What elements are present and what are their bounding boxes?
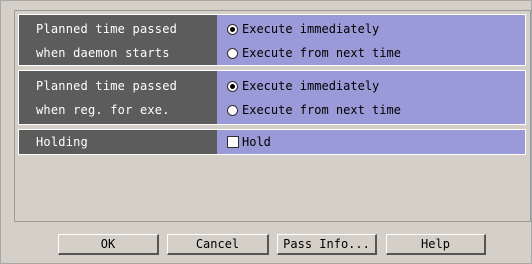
daemon-start-options: Execute immediately Execute from next ti…: [217, 15, 525, 65]
daemon-start-execute-immediately-radio[interactable]: Execute immediately: [227, 17, 525, 41]
reg-for-exe-row: Planned time passed when reg. for exe. E…: [18, 70, 526, 125]
checkbox-unchecked-icon: [227, 136, 239, 148]
hold-checkbox-label: Hold: [242, 135, 271, 149]
reg-for-exe-execute-next-time-radio[interactable]: Execute from next time: [227, 98, 525, 122]
holding-options: Hold: [217, 130, 525, 154]
radio-selected-icon: [227, 80, 238, 92]
help-button[interactable]: Help: [386, 234, 486, 255]
daemon-start-option-label: Execute immediately: [242, 22, 380, 36]
radio-unselected-icon: [227, 47, 238, 59]
daemon-start-label: Planned time passed when daemon starts: [19, 15, 217, 65]
settings-panel: Planned time passed when daemon starts E…: [14, 10, 531, 222]
reg-for-exe-option-label: Execute from next time: [242, 103, 401, 117]
dialog-window: Planned time passed when daemon starts E…: [0, 0, 532, 264]
daemon-start-label-line1: Planned time passed: [36, 22, 178, 36]
daemon-start-option-label: Execute from next time: [242, 46, 401, 60]
holding-row: Holding Hold: [18, 129, 526, 155]
radio-unselected-icon: [227, 104, 238, 116]
reg-for-exe-label: Planned time passed when reg. for exe.: [19, 71, 217, 124]
reg-for-exe-label-line2: when reg. for exe.: [36, 103, 170, 117]
holding-label: Holding: [19, 130, 217, 154]
reg-for-exe-label-line1: Planned time passed: [36, 79, 178, 93]
radio-selected-icon: [227, 23, 238, 35]
ok-button[interactable]: OK: [58, 234, 159, 255]
daemon-start-row: Planned time passed when daemon starts E…: [18, 14, 526, 66]
pass-info-button[interactable]: Pass Info...: [277, 234, 377, 255]
daemon-start-execute-next-time-radio[interactable]: Execute from next time: [227, 41, 525, 65]
hold-checkbox[interactable]: Hold: [227, 130, 525, 154]
daemon-start-label-line2: when daemon starts: [36, 46, 170, 60]
reg-for-exe-options: Execute immediately Execute from next ti…: [217, 71, 525, 124]
reg-for-exe-option-label: Execute immediately: [242, 79, 380, 93]
reg-for-exe-execute-immediately-radio[interactable]: Execute immediately: [227, 74, 525, 98]
cancel-button[interactable]: Cancel: [167, 234, 269, 255]
